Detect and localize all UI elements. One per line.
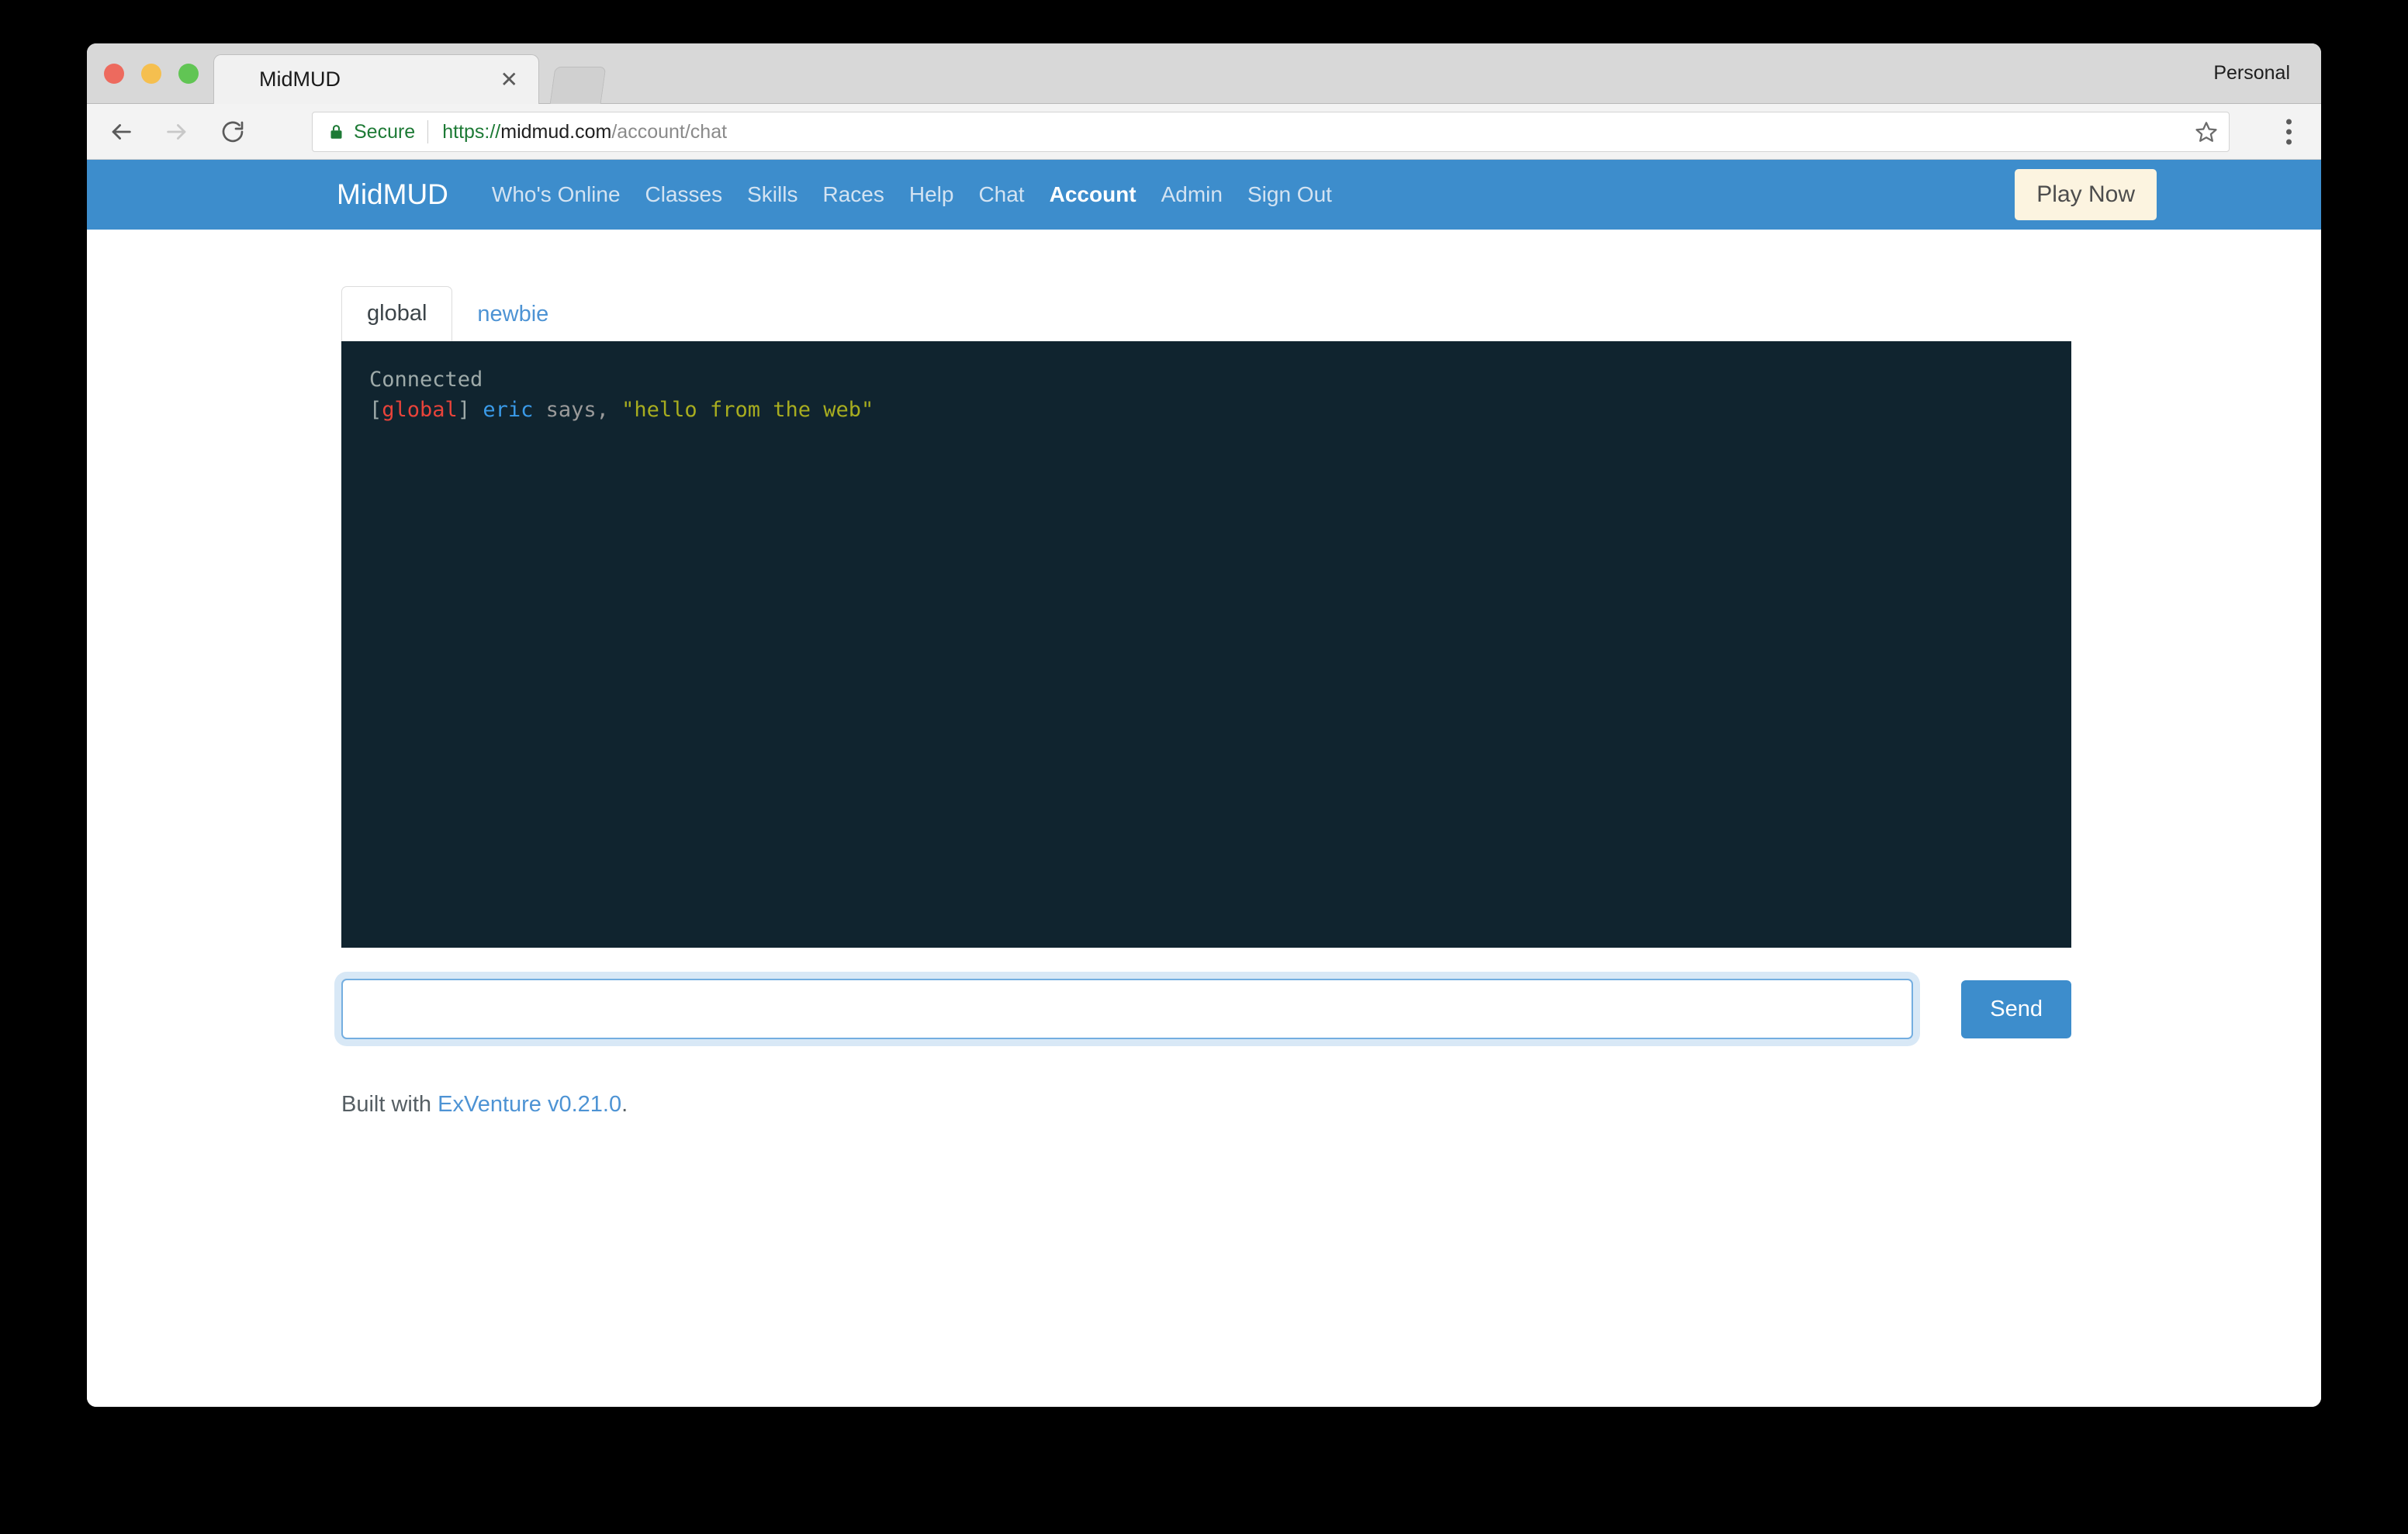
nav-link-sign-out[interactable]: Sign Out <box>1235 182 1344 207</box>
play-now-button[interactable]: Play Now <box>2015 169 2157 220</box>
nav-links: Who's Online Classes Skills Races Help C… <box>479 182 1344 207</box>
nav-link-account[interactable]: Account <box>1037 182 1149 207</box>
chat-input-row: Send <box>341 979 2071 1039</box>
nav-link-skills[interactable]: Skills <box>735 182 810 207</box>
lock-icon <box>328 123 344 141</box>
footer-exventure-link[interactable]: ExVenture v0.21.0 <box>438 1092 621 1117</box>
url-scheme: https:// <box>442 120 501 143</box>
site-navbar: MidMUD Who's Online Classes Skills Races… <box>87 160 2321 230</box>
chat-says-verb: says, <box>533 398 622 423</box>
browser-tab-title: MidMUD <box>259 67 341 91</box>
chat-message-input[interactable] <box>341 979 1914 1039</box>
nav-link-classes[interactable]: Classes <box>633 182 735 207</box>
forward-arrow-icon <box>155 110 199 154</box>
url-text: https://midmud.com/account/chat <box>442 121 727 143</box>
footer-suffix: . <box>621 1092 628 1117</box>
chat-terminal[interactable]: Connected [global] eric says, "hello fro… <box>341 341 2071 948</box>
close-window-button[interactable] <box>104 64 124 84</box>
reload-icon[interactable] <box>211 110 254 154</box>
back-arrow-icon[interactable] <box>99 110 143 154</box>
chat-tab-newbie[interactable]: newbie <box>452 288 573 341</box>
window-controls <box>104 64 199 84</box>
send-button[interactable]: Send <box>1961 979 2071 1038</box>
nav-link-help[interactable]: Help <box>897 182 967 207</box>
chat-panel: global newbie Connected [global] eric sa… <box>341 285 2071 1118</box>
browser-window: MidMUD ✕ Personal Secure https://midmud.… <box>87 43 2321 1407</box>
browser-tab[interactable]: MidMUD ✕ <box>213 54 539 104</box>
chat-speaker-name: eric <box>483 398 534 423</box>
footer-text: Built with ExVenture v0.21.0. <box>341 1092 2071 1118</box>
nav-link-chat[interactable]: Chat <box>966 182 1036 207</box>
new-tab-stub[interactable] <box>549 67 607 104</box>
chat-tab-global[interactable]: global <box>341 286 453 341</box>
chat-message-text: "hello from the web" <box>621 398 874 423</box>
nav-link-races[interactable]: Races <box>810 182 896 207</box>
profile-label[interactable]: Personal <box>2213 62 2290 85</box>
browser-tab-strip: MidMUD ✕ Personal <box>87 43 2321 104</box>
chat-bracket-close: ] <box>457 398 483 423</box>
chat-bracket-open: [ <box>369 398 382 423</box>
maximize-window-button[interactable] <box>178 64 199 84</box>
footer-prefix: Built with <box>341 1092 438 1117</box>
star-icon[interactable] <box>2195 120 2218 143</box>
nav-link-admin[interactable]: Admin <box>1149 182 1235 207</box>
address-bar[interactable]: Secure https://midmud.com/account/chat <box>312 112 2230 152</box>
chat-line: Connected <box>369 364 2043 395</box>
chat-channel-name: global <box>382 398 458 423</box>
url-host: midmud.com <box>500 120 612 143</box>
minimize-window-button[interactable] <box>141 64 161 84</box>
url-path: /account/chat <box>611 120 728 143</box>
secure-label: Secure <box>354 120 416 143</box>
chat-status-text: Connected <box>369 368 483 392</box>
omnibox-divider <box>427 120 429 143</box>
page-content: global newbie Connected [global] eric sa… <box>87 230 2321 1407</box>
brand-logo[interactable]: MidMUD <box>337 178 448 211</box>
chat-line: [global] eric says, "hello from the web" <box>369 395 2043 425</box>
kebab-menu-icon[interactable] <box>2286 119 2292 144</box>
nav-link-whos-online[interactable]: Who's Online <box>479 182 633 207</box>
browser-toolbar: Secure https://midmud.com/account/chat <box>87 104 2321 160</box>
chat-channel-tabs: global newbie <box>341 285 2071 341</box>
close-icon[interactable]: ✕ <box>500 68 518 91</box>
